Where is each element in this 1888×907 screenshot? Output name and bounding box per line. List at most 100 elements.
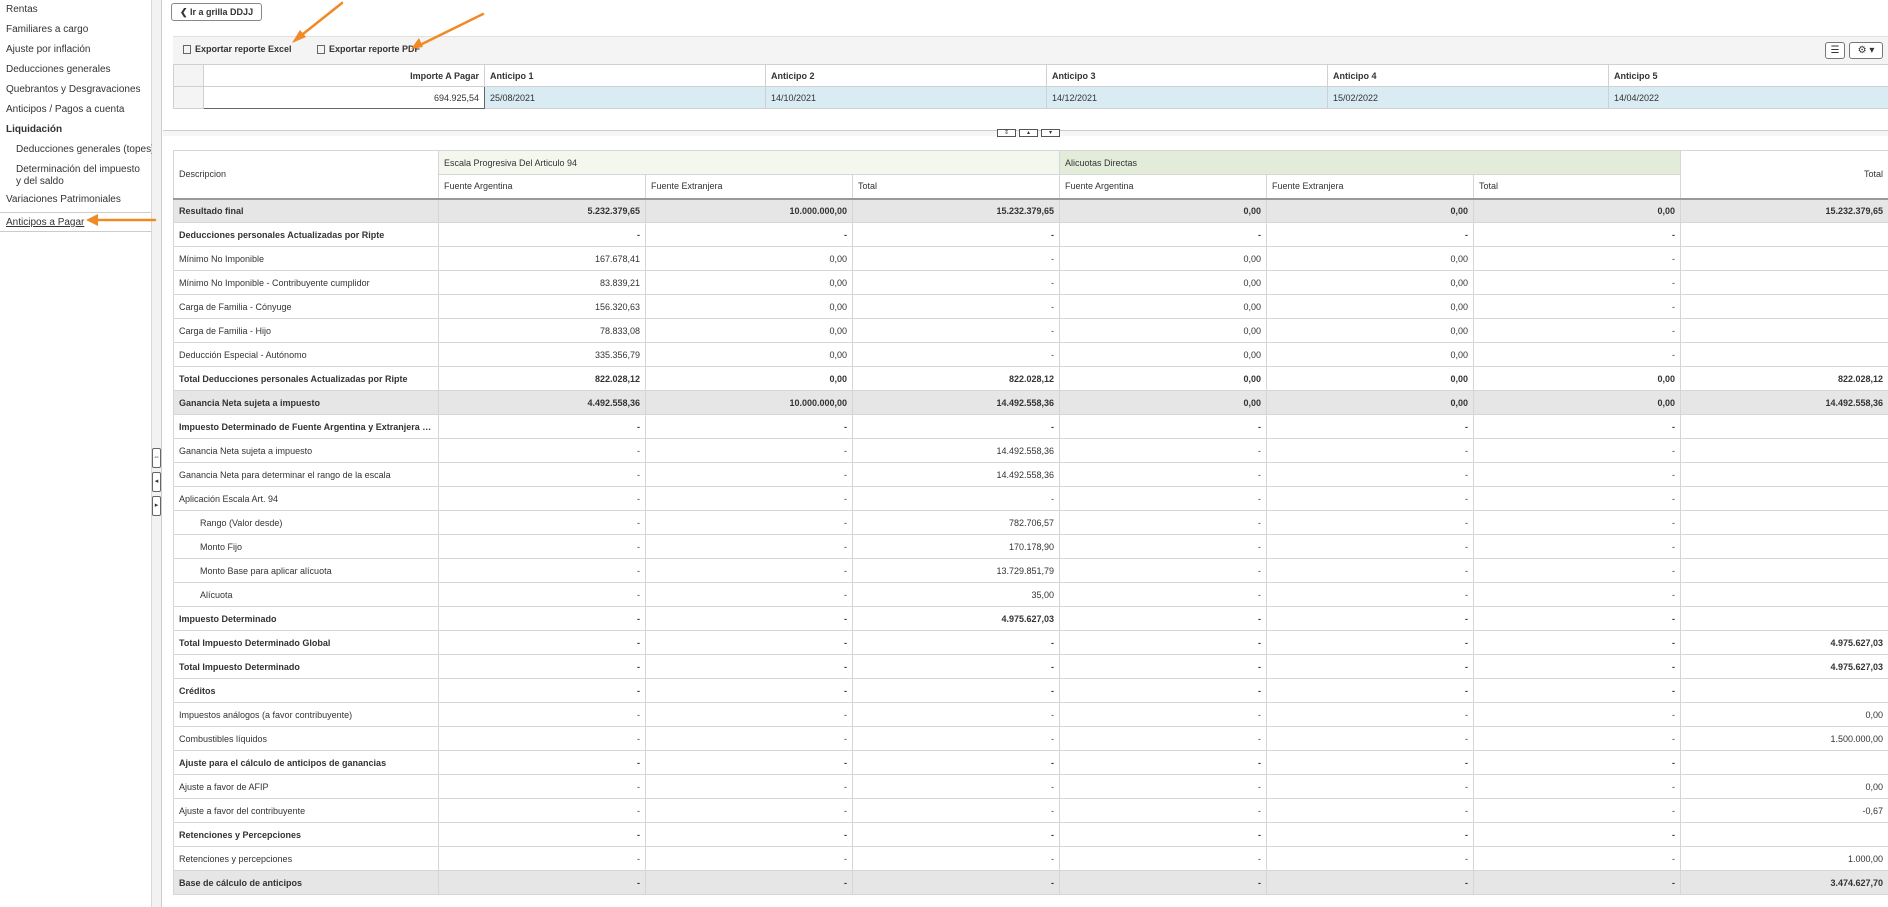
- table-row: Impuesto Determinado de Fuente Argentina…: [173, 414, 1888, 439]
- table-row: Monto Fijo - -170.178,90- - -: [173, 534, 1888, 559]
- table-cell: 822.028,12: [438, 366, 646, 391]
- table-cell: -: [851, 270, 1061, 295]
- row-description: Ganancia Neta sujeta a impuesto: [173, 438, 439, 463]
- table-cell: -: [645, 222, 853, 247]
- table-cell: -: [851, 870, 1061, 895]
- table-cell: -: [645, 846, 853, 871]
- row-description: Total Deducciones personales Actualizada…: [173, 366, 439, 391]
- subheader-escala-fuente-extranjera: Fuente Extranjera: [645, 174, 853, 199]
- table-cell: -: [438, 486, 646, 511]
- row-description: Créditos: [173, 678, 439, 703]
- row-description: Carga de Familia - Hijo: [173, 318, 439, 343]
- table-cell: -: [1473, 294, 1682, 319]
- table-cell: -: [851, 222, 1061, 247]
- row-description: Alícuota: [173, 582, 439, 607]
- table-cell: -: [1059, 750, 1268, 775]
- table-cell: -: [645, 822, 853, 847]
- export-pdf-button[interactable]: Exportar reporte PDF: [317, 44, 420, 54]
- table-cell: 0,00: [645, 246, 853, 271]
- panel-splitter[interactable]: ⇔ ◂ ▸: [152, 0, 162, 907]
- table-cell: -: [438, 750, 646, 775]
- table-row: Ajuste a favor de AFIP - - - - - -0,00: [173, 774, 1888, 799]
- table-row: Impuesto Determinado - -4.975.627,03- - -: [173, 606, 1888, 631]
- row-description: Retenciones y percepciones: [173, 846, 439, 871]
- sidebar-item-determinacion-del-impuesto-y-del-saldo[interactable]: Determinación del impuesto y del saldo: [0, 160, 151, 190]
- table-row: Total Impuesto Determinado Global - - - - - -4…: [173, 630, 1888, 655]
- advance-4-header: Anticipo 4: [1327, 64, 1609, 87]
- table-cell: -: [438, 846, 646, 871]
- row-description: Monto Base para aplicar alícuota: [173, 558, 439, 583]
- advance-5-date[interactable]: 14/04/2022: [1608, 86, 1888, 109]
- advance-2-header: Anticipo 2: [765, 64, 1047, 87]
- row-description: Deducciones personales Actualizadas por …: [173, 222, 439, 247]
- table-cell: 14.492.558,36: [851, 462, 1061, 487]
- table-cell: -: [1059, 726, 1268, 751]
- table-cell: -: [645, 870, 853, 895]
- resize-toggle-button[interactable]: ⇕: [997, 129, 1016, 137]
- table-cell: -: [1266, 870, 1475, 895]
- table-cell: -: [1266, 222, 1475, 247]
- menu-icon[interactable]: ☰: [1825, 42, 1845, 59]
- report-toolbar: Exportar reporte Excel Exportar reporte …: [173, 36, 1888, 64]
- table-cell: -: [851, 318, 1061, 343]
- table-cell: 0,00: [1266, 318, 1475, 343]
- advances-table: Importe A Pagar Anticipo 1 Anticipo 2 Antic…: [173, 64, 1888, 109]
- move-up-button[interactable]: ▴: [1019, 129, 1038, 137]
- row-description: Combustibles líquidos: [173, 726, 439, 751]
- table-cell: -: [1059, 486, 1268, 511]
- sidebar-item-anticipos-pagos-a-cuenta[interactable]: Anticipos / Pagos a cuenta: [0, 100, 151, 120]
- sidebar-item-familiares-a-cargo[interactable]: Familiares a cargo: [0, 20, 151, 40]
- table-cell: -: [851, 750, 1061, 775]
- move-down-button[interactable]: ▾: [1041, 129, 1060, 137]
- table-cell: -: [851, 294, 1061, 319]
- table-cell: 14.492.558,36: [851, 390, 1061, 415]
- table-row: Aplicación Escala Art. 94- - - - - -: [173, 486, 1888, 511]
- table-cell: [1680, 342, 1888, 367]
- advance-2-date[interactable]: 14/10/2021: [765, 86, 1047, 109]
- table-cell: 0,00: [1266, 197, 1475, 223]
- table-cell: -: [1266, 678, 1475, 703]
- table-cell: -: [645, 702, 853, 727]
- sidebar-item-quebrantos-y-desgravaciones[interactable]: Quebrantos y Desgravaciones: [0, 80, 151, 100]
- expand-both-button[interactable]: ⇔: [152, 448, 161, 468]
- table-cell: -: [1266, 654, 1475, 679]
- table-row: Ganancia Neta sujeta a impuesto - -14.492.…: [173, 438, 1888, 463]
- advance-3-date[interactable]: 14/12/2021: [1046, 86, 1328, 109]
- sidebar-item-deducciones-generales[interactable]: Deducciones generales: [0, 60, 151, 80]
- table-cell: [1680, 270, 1888, 295]
- table-cell: -: [1266, 846, 1475, 871]
- table-cell: 0,00: [645, 270, 853, 295]
- back-to-ddjj-grid-button[interactable]: ❮ Ir a grilla DDJJ: [171, 3, 263, 21]
- sidebar-item-variaciones-patrimoniales[interactable]: Variaciones Patrimoniales: [0, 190, 151, 210]
- export-excel-button[interactable]: Exportar reporte Excel: [183, 44, 292, 54]
- row-description: Impuesto Determinado: [173, 606, 439, 631]
- collapse-left-button[interactable]: ◂: [152, 472, 161, 492]
- table-cell: [1680, 222, 1888, 247]
- tax-calculation-grid: Descripcion Escala Progresiva Del Articu…: [173, 150, 1888, 895]
- table-cell: -: [1266, 630, 1475, 655]
- export-excel-label: Exportar reporte Excel: [195, 44, 292, 54]
- collapse-right-button[interactable]: ▸: [152, 496, 161, 516]
- sidebar-item-anticipos-a-pagar[interactable]: Anticipos a Pagar: [0, 212, 151, 232]
- settings-icon[interactable]: ⚙ ▾: [1849, 42, 1883, 59]
- table-row: Monto Base para aplicar alícuota - -13.729…: [173, 558, 1888, 583]
- advance-4-date[interactable]: 15/02/2022: [1327, 86, 1609, 109]
- subheader-alicuotas-fuente-extranjera: Fuente Extranjera: [1266, 174, 1475, 199]
- sidebar-item-rentas[interactable]: Rentas: [0, 0, 151, 20]
- table-cell: [1680, 822, 1888, 847]
- subheader-escala-fuente-argentina: Fuente Argentina: [438, 174, 646, 199]
- table-cell: 0,00: [1473, 390, 1682, 415]
- sidebar-item-ajuste-por-inflacion[interactable]: Ajuste por inflación: [0, 40, 151, 60]
- table-cell: [1680, 294, 1888, 319]
- table-cell: -: [1059, 606, 1268, 631]
- advance-1-date[interactable]: 25/08/2021: [484, 86, 766, 109]
- sidebar-item-deducciones-generales-topes[interactable]: Deducciones generales (topes): [0, 140, 154, 160]
- table-cell: [1680, 582, 1888, 607]
- amount-to-pay-value[interactable]: 694.925,54: [203, 86, 485, 109]
- table-cell: -: [1266, 798, 1475, 823]
- row-selector[interactable]: [173, 86, 204, 109]
- table-cell: -: [1266, 702, 1475, 727]
- table-cell: -: [851, 654, 1061, 679]
- sidebar-item-liquidacion[interactable]: Liquidación: [0, 120, 151, 140]
- table-cell: -: [1266, 534, 1475, 559]
